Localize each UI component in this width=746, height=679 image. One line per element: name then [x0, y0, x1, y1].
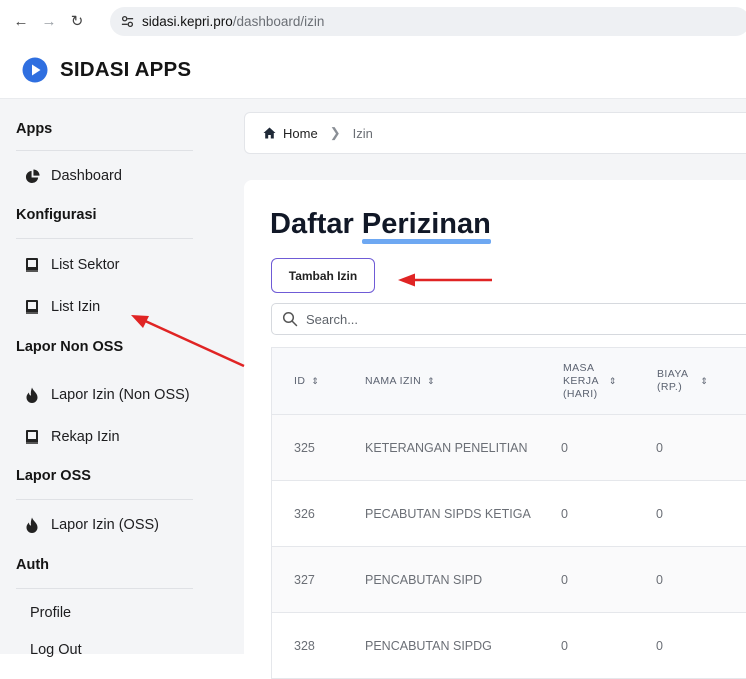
sidebar-item-list-izin[interactable]: List Izin — [16, 293, 196, 321]
sidebar-item-lapor-izin-oss[interactable]: Lapor Izin (OSS) — [16, 511, 196, 539]
cell-biaya: 0 — [656, 572, 663, 587]
sidebar-item-log-out[interactable]: Log Out — [16, 636, 196, 664]
column-header-masa-kerja[interactable]: MASA KERJA (HARI) ⇕ — [563, 348, 617, 414]
sidebar-divider — [16, 588, 193, 589]
table-header: ID ⇕ NAMA IZIN ⇕ MASA KERJA (HARI) ⇕ BIAYA (RP… — [272, 348, 746, 415]
column-header-label: MASA KERJA (HARI) — [563, 362, 599, 401]
chevron-right-icon: ❯ — [329, 125, 341, 140]
sidebar-item-label: Profile — [30, 605, 72, 621]
page-title-part2: Perizinan — [361, 208, 491, 240]
url-path: /dashboard/izin — [232, 14, 325, 29]
table-row[interactable]: 327 PENCABUTAN SIPD 0 0 — [272, 547, 746, 613]
sidebar-section-lapor-non-oss: Lapor Non OSS — [16, 339, 124, 355]
forward-icon[interactable]: → — [38, 10, 60, 32]
table-body: 325 KETERANGAN PENELITIAN 0 0 326 PECABU… — [272, 415, 746, 679]
sidebar-section-lapor-oss: Lapor OSS — [16, 468, 91, 484]
header-line: BIAYA — [657, 368, 689, 380]
sidebar-divider — [16, 150, 193, 151]
pie-chart-icon — [22, 166, 42, 186]
cell-id: 328 — [294, 638, 315, 653]
breadcrumb-home-link[interactable]: Home — [283, 126, 318, 141]
cell-masa: 0 — [561, 440, 568, 455]
table-row[interactable]: 328 PENCABUTAN SIPDG 0 0 — [272, 613, 746, 679]
sidebar-item-label: Rekap Izin — [51, 429, 120, 445]
cell-id: 327 — [294, 572, 315, 587]
sidebar-item-label: Lapor Izin (OSS) — [51, 517, 159, 533]
book-icon — [22, 297, 42, 317]
column-header-nama-izin[interactable]: NAMA IZIN ⇕ — [365, 348, 435, 414]
sidebar-item-rekap-izin[interactable]: Rekap Izin — [16, 423, 196, 451]
cell-masa: 0 — [561, 572, 568, 587]
app-title[interactable]: SIDASI APPS — [60, 58, 191, 82]
breadcrumb: Home ❯ Izin — [244, 112, 746, 154]
add-izin-button[interactable]: Tambah Izin — [271, 258, 375, 293]
page-title: Daftar Perizinan — [270, 208, 491, 244]
search-box[interactable] — [271, 303, 746, 335]
cell-name: PECABUTAN SIPDS KETIGA — [365, 506, 531, 521]
sidebar-item-profile[interactable]: Profile — [16, 599, 196, 627]
sidebar-divider — [16, 499, 193, 500]
header-line: (HARI) — [563, 387, 598, 400]
page-title-accent: Perizinan — [361, 208, 491, 244]
breadcrumb-current: Izin — [352, 125, 373, 141]
column-header-biaya[interactable]: BIAYA (RP.) ⇕ — [657, 348, 708, 414]
sidebar-section-apps: Apps — [16, 121, 53, 137]
reload-icon[interactable]: ↻ — [66, 10, 88, 32]
cell-biaya: 0 — [656, 638, 663, 653]
back-icon[interactable]: ← — [10, 10, 32, 32]
title-underline — [361, 239, 491, 244]
column-header-label: BIAYA (RP.) — [657, 368, 688, 394]
address-bar[interactable]: sidasi.kepri.pro/dashboard/izin — [110, 7, 746, 36]
play-logo-icon[interactable] — [22, 57, 48, 83]
flame-icon — [22, 385, 42, 405]
cell-masa: 0 — [561, 506, 568, 521]
site-settings-icon[interactable] — [118, 13, 136, 31]
izin-table: ID ⇕ NAMA IZIN ⇕ MASA KERJA (HARI) ⇕ BIAYA (RP… — [271, 347, 746, 679]
sidebar-item-label: Log Out — [30, 642, 82, 658]
sort-icon[interactable]: ⇕ — [700, 375, 708, 388]
header-line: KERJA — [563, 374, 599, 387]
cell-name: KETERANGAN PENELITIAN — [365, 440, 528, 455]
cell-biaya: 0 — [656, 440, 663, 455]
browser-toolbar: ← → ↻ sidasi.kepri.pro/dashboard/izin — [0, 0, 746, 42]
sidebar-item-dashboard[interactable]: Dashboard — [16, 162, 196, 190]
search-icon — [282, 311, 298, 327]
sidebar-item-label: List Izin — [51, 299, 101, 315]
page-title-part1: Daftar — [270, 208, 354, 240]
sidebar-item-list-sektor[interactable]: List Sektor — [16, 251, 196, 279]
cell-id: 325 — [294, 440, 315, 455]
sort-icon[interactable]: ⇕ — [311, 376, 319, 387]
flame-icon — [22, 515, 42, 535]
sidebar-item-label: List Sektor — [51, 257, 120, 273]
sort-icon[interactable]: ⇕ — [609, 375, 617, 388]
sidebar-section-auth: Auth — [16, 557, 50, 573]
table-row[interactable]: 325 KETERANGAN PENELITIAN 0 0 — [272, 415, 746, 481]
column-header-label: ID — [294, 375, 306, 387]
app-header: SIDASI APPS — [0, 42, 746, 99]
header-line: (RP.) — [657, 381, 683, 393]
sort-icon[interactable]: ⇕ — [427, 376, 435, 387]
cell-name: PENCABUTAN SIPD — [365, 572, 483, 587]
sidebar-section-konfigurasi: Konfigurasi — [16, 207, 97, 223]
column-header-id[interactable]: ID ⇕ — [294, 348, 319, 414]
cell-name: PENCABUTAN SIPDG — [365, 638, 492, 653]
column-header-label: NAMA IZIN — [365, 375, 422, 387]
header-line: MASA — [563, 361, 595, 374]
home-icon[interactable] — [263, 126, 277, 140]
cell-masa: 0 — [561, 638, 568, 653]
sidebar-item-label: Lapor Izin (Non OSS) — [51, 387, 190, 403]
url-domain: sidasi.kepri.pro — [142, 14, 233, 29]
sidebar-item-label: Dashboard — [51, 168, 122, 184]
search-input[interactable] — [304, 310, 708, 328]
book-icon — [22, 255, 42, 275]
sidebar-divider — [16, 238, 193, 239]
cell-id: 326 — [294, 506, 315, 521]
sidebar-item-lapor-izin-non-oss[interactable]: Lapor Izin (Non OSS) — [16, 381, 196, 409]
url-text: sidasi.kepri.pro/dashboard/izin — [142, 14, 324, 29]
table-row[interactable]: 326 PECABUTAN SIPDS KETIGA 0 0 — [272, 481, 746, 547]
book-icon — [22, 427, 42, 447]
cell-biaya: 0 — [656, 506, 663, 521]
